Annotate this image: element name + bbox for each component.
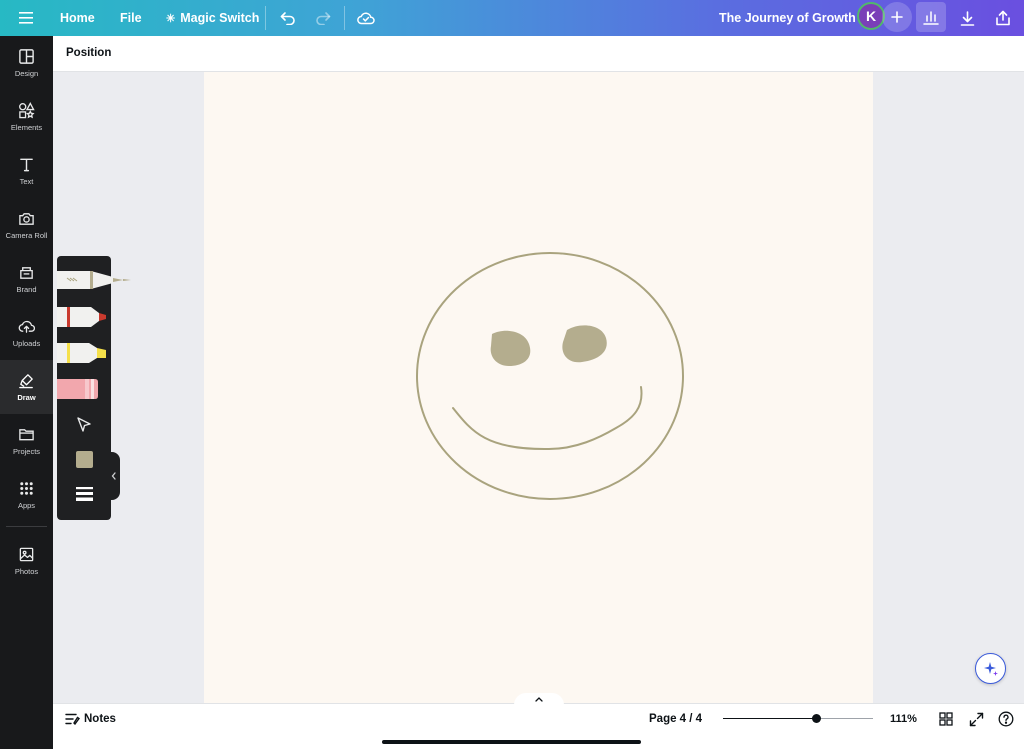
- chevron-left-icon: [111, 472, 116, 480]
- sidebar-item-label: Design: [14, 69, 39, 78]
- undo-icon[interactable]: [278, 8, 298, 28]
- home-button[interactable]: Home: [60, 0, 95, 36]
- draw-icon: [19, 374, 33, 389]
- sidebar-item-label: Apps: [17, 501, 36, 510]
- sidebar-item-photos[interactable]: Photos: [0, 534, 53, 588]
- insights-button[interactable]: [916, 2, 946, 32]
- file-menu-button[interactable]: File: [120, 0, 142, 36]
- sidebar-item-brand[interactable]: Brand: [0, 252, 53, 306]
- notes-icon[interactable]: [63, 710, 81, 728]
- image-icon: [19, 547, 34, 562]
- camera-icon: [19, 213, 34, 225]
- right-eye-stroke[interactable]: [562, 325, 607, 363]
- redo-icon[interactable]: [313, 8, 333, 28]
- sidebar-item-label: Camera Roll: [5, 231, 48, 240]
- sidebar-item-label: Projects: [12, 447, 41, 456]
- avatar[interactable]: K: [857, 2, 885, 30]
- sidebar-item-elements[interactable]: Elements: [0, 90, 53, 144]
- sidebar-item-design[interactable]: Design: [0, 36, 53, 90]
- sidebar-divider: [6, 526, 47, 527]
- grid-view-icon[interactable]: [937, 710, 955, 728]
- face-outline-stroke[interactable]: [416, 252, 684, 500]
- smile-stroke[interactable]: [452, 386, 643, 451]
- stroke-color-swatch[interactable]: [76, 451, 93, 468]
- position-button[interactable]: Position: [66, 47, 111, 59]
- help-icon[interactable]: [997, 710, 1015, 728]
- apps-grid-icon: [20, 482, 33, 495]
- pen-tool[interactable]: [57, 268, 133, 292]
- download-icon[interactable]: [957, 8, 977, 28]
- magic-switch-button[interactable]: ✳ Magic Switch: [166, 0, 259, 36]
- sparkle-icon: ✳: [166, 12, 176, 25]
- zoom-slider-handle[interactable]: [811, 714, 821, 723]
- toolbar-divider: [265, 6, 266, 30]
- highlighter-tool[interactable]: [57, 341, 109, 365]
- sidebar-item-label: Draw: [17, 393, 36, 402]
- select-arrow-icon[interactable]: [75, 416, 93, 434]
- sidebar-item-uploads[interactable]: Uploads: [0, 306, 53, 360]
- shapes-icon: [19, 102, 35, 119]
- toolbar-divider: [344, 6, 345, 30]
- sidebar-item-label: Text: [19, 177, 34, 186]
- cloud-upload-icon: [18, 320, 35, 333]
- home-indicator: [382, 740, 641, 744]
- left-sidebar: Design Elements Text Camera Roll Brand U…: [0, 36, 53, 749]
- add-collaborator-button[interactable]: [882, 2, 912, 32]
- fullscreen-icon[interactable]: [967, 710, 985, 728]
- collapse-draw-toolbar[interactable]: [108, 452, 120, 500]
- magic-switch-label: Magic Switch: [180, 11, 260, 25]
- sidebar-item-label: Photos: [14, 567, 39, 576]
- sidebar-item-draw[interactable]: Draw: [0, 360, 53, 414]
- eraser-tool[interactable]: [57, 377, 101, 401]
- document-title[interactable]: The Journey of Growth: [719, 0, 856, 36]
- cloud-sync-icon[interactable]: [356, 8, 376, 28]
- expand-pages-button[interactable]: [514, 693, 564, 705]
- sparkle-icon: [983, 661, 998, 676]
- sidebar-item-label: Brand: [16, 285, 37, 294]
- magic-assistant-button[interactable]: [975, 653, 1006, 684]
- sidebar-item-projects[interactable]: Projects: [0, 414, 53, 468]
- folder-icon: [19, 429, 34, 441]
- brand-icon: [20, 267, 33, 279]
- smiley-drawing[interactable]: [204, 72, 873, 703]
- sidebar-item-label: Elements: [10, 123, 43, 132]
- zoom-slider-fill: [723, 718, 816, 719]
- notes-button[interactable]: Notes: [84, 713, 116, 725]
- sidebar-item-label: Uploads: [12, 339, 41, 348]
- share-icon[interactable]: [993, 8, 1013, 28]
- text-icon: [20, 158, 33, 172]
- stroke-weight-icon[interactable]: [76, 487, 93, 501]
- left-eye-stroke[interactable]: [490, 330, 531, 366]
- plus-icon: [891, 11, 903, 23]
- context-toolbar: Position: [53, 36, 1024, 72]
- chevron-up-icon: [535, 697, 543, 702]
- layout-icon: [19, 49, 34, 64]
- page-indicator[interactable]: Page 4 / 4: [649, 713, 702, 725]
- marker-tool[interactable]: [57, 305, 109, 329]
- bar-chart-icon: [923, 10, 939, 25]
- sidebar-item-text[interactable]: Text: [0, 144, 53, 198]
- sidebar-item-apps[interactable]: Apps: [0, 468, 53, 522]
- menu-icon[interactable]: [16, 8, 36, 28]
- zoom-level[interactable]: 111%: [890, 713, 917, 725]
- sidebar-item-camera-roll[interactable]: Camera Roll: [0, 198, 53, 252]
- top-bar: Home File ✳ Magic Switch The Journey of …: [0, 0, 1024, 36]
